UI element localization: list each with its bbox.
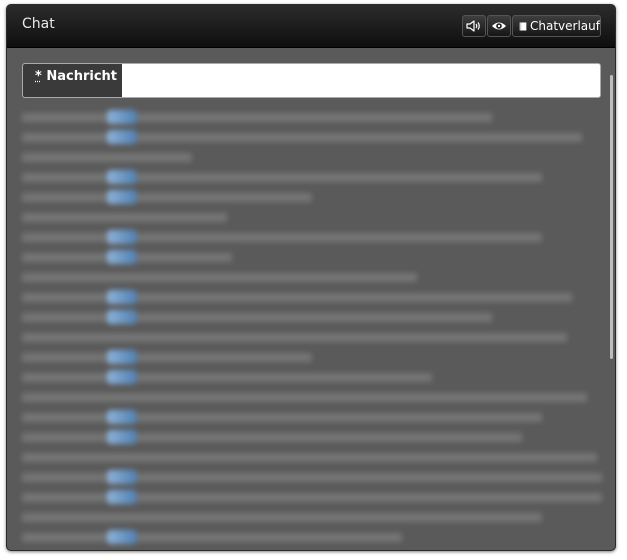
user-avatar [107, 190, 137, 204]
chat-header: Chat Chatverlauf [7, 5, 615, 48]
message-line [22, 447, 602, 467]
message-line [22, 327, 602, 347]
user-avatar [107, 490, 137, 504]
message-line [22, 207, 602, 227]
user-avatar [107, 110, 137, 124]
message-text-blur [22, 213, 227, 222]
message-text-blur [22, 133, 582, 142]
message-line [22, 407, 602, 427]
message-line [22, 347, 602, 367]
message-text-blur [22, 233, 542, 242]
message-text-blur [22, 173, 542, 182]
message-text-blur [22, 533, 402, 542]
message-line [22, 427, 602, 447]
message-line [22, 107, 602, 127]
chat-history-label: Chatverlauf [530, 19, 600, 33]
message-text-blur [22, 433, 522, 442]
message-text-blur [22, 153, 192, 162]
message-line [22, 487, 602, 507]
message-list [22, 107, 602, 547]
message-line [22, 507, 602, 527]
user-avatar [107, 170, 137, 184]
message-line [22, 247, 602, 267]
user-avatar [107, 430, 137, 444]
message-text-blur [22, 393, 587, 402]
message-text-blur [22, 413, 542, 422]
message-input[interactable] [122, 64, 600, 97]
message-line [22, 467, 602, 487]
required-marker: * [35, 69, 42, 84]
message-line [22, 287, 602, 307]
user-avatar [107, 370, 137, 384]
message-line [22, 147, 602, 167]
user-avatar [107, 530, 137, 544]
visibility-toggle-button[interactable] [487, 15, 511, 37]
chat-history-button[interactable]: Chatverlauf [512, 15, 601, 37]
message-line [22, 127, 602, 147]
message-text-blur [22, 193, 312, 202]
message-text-blur [22, 373, 432, 382]
message-label-text: Nachricht [46, 69, 117, 84]
message-line [22, 307, 602, 327]
speaker-icon [466, 20, 480, 32]
message-input-row: * Nachricht [22, 63, 601, 98]
message-list-scrollbar[interactable] [610, 75, 613, 359]
chat-panel: Chat Chatverlauf * Nachricht [6, 4, 616, 551]
message-line [22, 187, 602, 207]
user-avatar [107, 290, 137, 304]
message-text-blur [22, 353, 312, 362]
message-line [22, 227, 602, 247]
message-text-blur [22, 113, 492, 122]
message-text-blur [22, 513, 542, 522]
user-avatar [107, 250, 137, 264]
message-line [22, 167, 602, 187]
message-text-blur [22, 273, 417, 282]
user-avatar [107, 230, 137, 244]
sound-toggle-button[interactable] [462, 15, 486, 37]
message-line [22, 367, 602, 387]
user-avatar [107, 310, 137, 324]
message-line [22, 527, 602, 547]
chat-title: Chat [22, 16, 55, 32]
message-text-blur [22, 453, 597, 462]
eye-icon [492, 22, 506, 30]
message-line [22, 387, 602, 407]
book-icon [519, 21, 527, 31]
user-avatar [107, 470, 137, 484]
message-text-blur [22, 293, 572, 302]
user-avatar [107, 410, 137, 424]
message-text-blur [22, 313, 492, 322]
user-avatar [107, 130, 137, 144]
message-text-blur [22, 333, 567, 342]
user-avatar [107, 350, 137, 364]
message-line [22, 267, 602, 287]
message-label: * Nachricht [23, 64, 122, 97]
